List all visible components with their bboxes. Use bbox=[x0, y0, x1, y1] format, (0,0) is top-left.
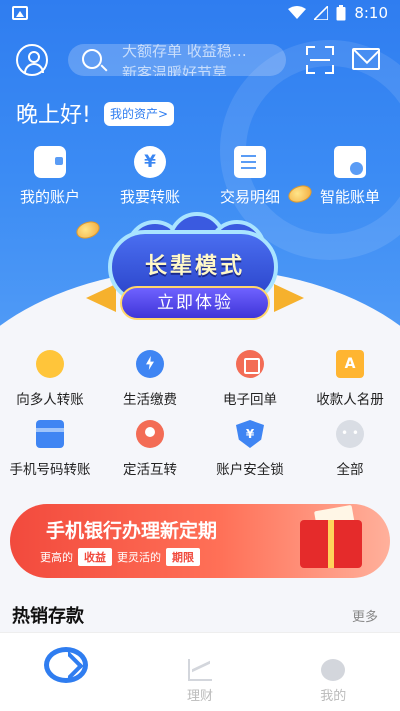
service-all[interactable]: 全部 bbox=[300, 418, 400, 488]
tab-label: 理财 bbox=[186, 689, 213, 704]
service-label: 生活缴费 bbox=[123, 392, 177, 408]
finance-chart-icon bbox=[187, 659, 212, 681]
promo-title: 手机银行办理新定期 bbox=[46, 520, 218, 542]
elder-mode-banner[interactable]: 长辈模式 立即体验 bbox=[86, 212, 304, 330]
tab-bar: 理财 我的 bbox=[0, 632, 400, 711]
more-dots-icon bbox=[336, 420, 364, 448]
service-label: 向多人转账 bbox=[16, 392, 84, 408]
search-rotating-text: 大额存单 收益稳… 新客温暖好节莫 bbox=[122, 44, 247, 76]
payee-book-icon: A bbox=[336, 350, 364, 378]
service-life-payment[interactable]: 生活缴费 bbox=[100, 348, 200, 418]
ribbon-right bbox=[274, 284, 304, 312]
user-icon[interactable] bbox=[16, 44, 48, 76]
quick-my-account[interactable]: 我的账户 bbox=[0, 146, 100, 207]
my-assets-button[interactable]: 我的资产> bbox=[104, 102, 175, 126]
service-grid: 向多人转账 生活缴费 电子回单 A 收款人名册 手机号码转账 定活互转 ¥ 账户… bbox=[0, 348, 400, 488]
status-bar: 8:10 bbox=[0, 0, 400, 28]
service-label: 账户安全锁 bbox=[216, 462, 284, 478]
hot-deposits-title: 热销存款 bbox=[12, 606, 84, 627]
gallery-icon bbox=[12, 6, 28, 20]
search-bar[interactable]: 大额存单 收益稳… 新客温暖好节莫 bbox=[68, 44, 286, 76]
service-label: 定活互转 bbox=[123, 462, 177, 478]
promo-subtitle: 更高的 收益 更灵活的 期限 bbox=[40, 548, 200, 566]
service-label: 电子回单 bbox=[223, 392, 277, 408]
quick-label: 智能账单 bbox=[319, 188, 380, 206]
promo-text-1: 更高的 bbox=[40, 551, 73, 564]
search-hint-2: 新客温暖好节莫 bbox=[122, 64, 228, 76]
quick-smart-bill[interactable]: 智能账单 bbox=[300, 146, 400, 207]
lightning-bill-icon bbox=[136, 350, 164, 378]
service-label: 收款人名册 bbox=[316, 392, 384, 408]
tab-label: 我的 bbox=[320, 689, 347, 704]
tab-home[interactable] bbox=[0, 633, 133, 711]
service-phone-transfer[interactable]: 手机号码转账 bbox=[0, 418, 100, 488]
greeting-text: 晚上好! bbox=[16, 103, 91, 128]
service-label: 全部 bbox=[336, 462, 364, 478]
elder-mode-title: 长辈模式 bbox=[144, 254, 245, 279]
profile-face-icon bbox=[321, 659, 346, 681]
multi-transfer-icon bbox=[36, 350, 64, 378]
quick-label: 交易明细 bbox=[219, 188, 280, 206]
bill-chart-icon bbox=[334, 146, 366, 178]
service-payee-list[interactable]: A 收款人名册 bbox=[300, 348, 400, 418]
wifi-icon bbox=[288, 6, 307, 19]
search-icon bbox=[82, 49, 102, 69]
top-bar: 大额存单 收益稳… 新客温暖好节莫 bbox=[0, 42, 400, 80]
document-list-icon bbox=[234, 146, 266, 178]
shield-lock-icon: ¥ bbox=[236, 420, 264, 448]
service-multi-transfer[interactable]: 向多人转账 bbox=[0, 348, 100, 418]
phone-card-icon bbox=[36, 420, 64, 448]
fixed-current-icon bbox=[136, 420, 164, 448]
tab-finance[interactable]: 理财 bbox=[133, 633, 266, 711]
promo-tag-1: 收益 bbox=[78, 548, 112, 566]
quick-actions: 我的账户 ¥ 我要转账 交易明细 智能账单 bbox=[0, 146, 400, 207]
battery-icon bbox=[336, 5, 346, 21]
tab-me[interactable]: 我的 bbox=[267, 633, 400, 711]
signal-icon bbox=[314, 6, 329, 20]
search-hint-1: 大额存单 收益稳… bbox=[122, 44, 247, 60]
service-fixed-current[interactable]: 定活互转 bbox=[100, 418, 200, 488]
gift-box-illustration bbox=[300, 520, 362, 568]
bank-logo-icon bbox=[44, 647, 88, 683]
quick-label: 我要转账 bbox=[119, 188, 180, 206]
quick-transaction-details[interactable]: 交易明细 bbox=[200, 146, 300, 207]
scan-icon[interactable] bbox=[306, 46, 334, 74]
more-link[interactable]: 更多 bbox=[352, 606, 378, 625]
service-label: 手机号码转账 bbox=[9, 462, 91, 478]
service-e-receipt[interactable]: 电子回单 bbox=[200, 348, 300, 418]
promo-tag-2: 期限 bbox=[166, 548, 200, 566]
mail-icon[interactable] bbox=[352, 48, 380, 70]
yuan-transfer-icon: ¥ bbox=[134, 146, 166, 178]
try-now-button[interactable]: 立即体验 bbox=[120, 286, 270, 320]
wallet-icon bbox=[34, 146, 66, 178]
service-account-lock[interactable]: ¥ 账户安全锁 bbox=[200, 418, 300, 488]
promo-text-2: 更灵活的 bbox=[117, 551, 161, 564]
quick-transfer[interactable]: ¥ 我要转账 bbox=[100, 146, 200, 207]
status-time: 8:10 bbox=[354, 4, 388, 22]
ribbon-left bbox=[86, 284, 116, 312]
receipt-icon bbox=[236, 350, 264, 378]
quick-label: 我的账户 bbox=[19, 188, 80, 206]
promo-banner[interactable]: 手机银行办理新定期 更高的 收益 更灵活的 期限 bbox=[10, 504, 390, 578]
